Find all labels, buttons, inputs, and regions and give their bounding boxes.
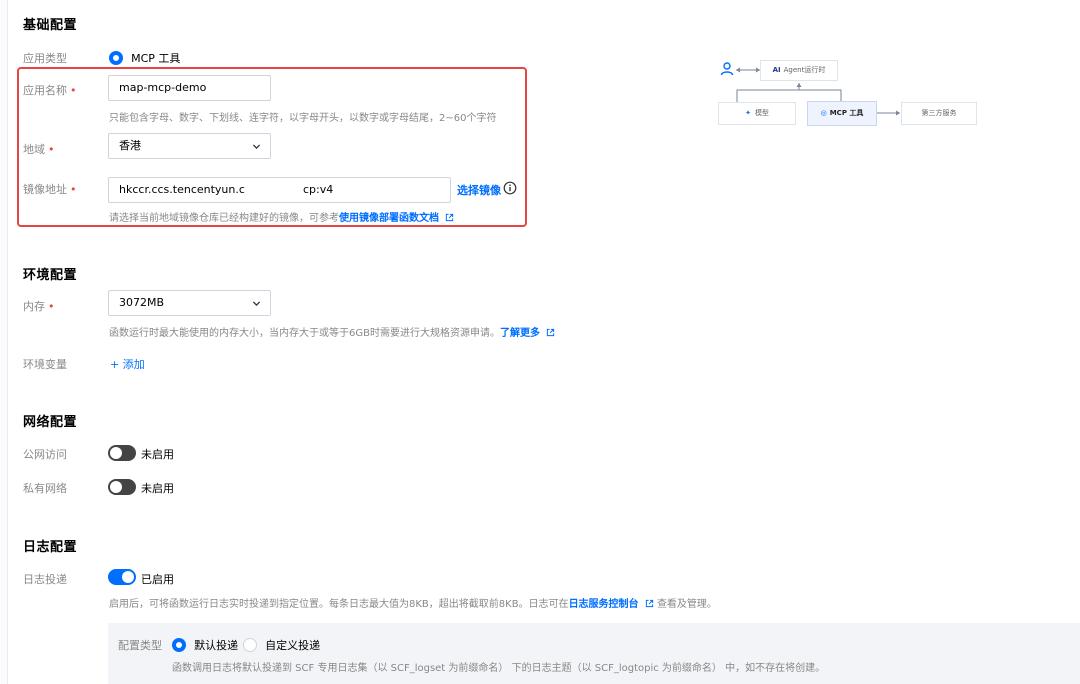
image-value-left: hkccr.ccs.tencentyun.c <box>119 183 245 196</box>
log-delivery-label: 日志投递 <box>23 573 67 586</box>
highlight-box <box>17 67 527 227</box>
config-type-hint: 函数调用日志将默认投递到 SCF 专用日志集（以 SCF_logset 为前缀命… <box>172 663 826 674</box>
select-image-link[interactable]: 选择镜像 <box>457 182 501 198</box>
app-name-label: 应用名称 • <box>23 84 77 97</box>
private-network-label: 私有网络 <box>23 482 67 495</box>
info-icon[interactable] <box>503 181 517 195</box>
toggle-knob <box>122 571 134 583</box>
diagram-model-box: ✦ 模型 <box>718 102 796 125</box>
memory-value: 3072MB <box>119 296 165 309</box>
radio-unselected-icon <box>243 638 257 652</box>
user-icon <box>720 62 734 76</box>
radio-custom-delivery[interactable]: 自定义投递 <box>243 634 320 653</box>
log-delivery-status: 已启用 <box>141 573 174 586</box>
public-access-toggle[interactable] <box>108 445 136 461</box>
agent-logo-icon: AI <box>772 66 781 74</box>
radio-selected-icon <box>172 638 186 652</box>
image-value-right: cp:v4 <box>303 183 334 196</box>
public-access-status: 未启用 <box>141 448 174 461</box>
region-select[interactable]: 香港 <box>108 133 271 159</box>
section-title-basic: 基础配置 <box>23 18 78 33</box>
region-value: 香港 <box>119 139 141 152</box>
log-config-panel <box>108 623 1080 684</box>
app-type-label: 应用类型 <box>23 52 67 65</box>
app-type-radio[interactable]: MCP 工具 <box>109 47 180 66</box>
log-hint: 启用后，可将函数运行日志实时投递到指定位置。每条日志最大值为8KB，超出将截取前… <box>109 599 717 610</box>
radio-custom-label: 自定义投递 <box>265 639 321 652</box>
memory-hint: 函数运行时最大能使用的内存大小，当内存大于或等于6GB时需要进行大规格资源申请。… <box>109 324 555 339</box>
public-access-label: 公网访问 <box>23 448 67 461</box>
add-env-var-button[interactable]: + 添加 <box>110 356 145 372</box>
radio-default-label: 默认投递 <box>194 639 239 652</box>
diagram-mcp-box: ◎ MCP 工具 <box>807 101 877 126</box>
app-name-input[interactable]: map-mcp-demo <box>108 75 271 101</box>
image-hint: 请选择当前地域镜像仓库已经构建好的镜像，可参考使用镜像部署函数文档 <box>109 209 454 224</box>
diagram-third-party-box: 第三方服务 <box>901 102 977 125</box>
private-network-status: 未启用 <box>141 482 174 495</box>
region-label: 地域 • <box>23 143 55 156</box>
external-link-icon <box>645 599 653 608</box>
section-title-network: 网络配置 <box>23 415 78 430</box>
private-network-toggle[interactable] <box>108 479 136 495</box>
architecture-diagram-lines <box>736 67 900 116</box>
left-page-edge <box>0 0 8 684</box>
diagram-agent-box: AI Agent运行时 <box>760 60 838 81</box>
memory-select[interactable]: 3072MB <box>108 290 271 316</box>
log-console-link[interactable]: 日志服务控制台 <box>569 599 639 610</box>
learn-more-link[interactable]: 了解更多 <box>500 328 540 339</box>
image-label: 镜像地址 • <box>23 183 77 196</box>
chevron-down-icon <box>252 144 261 150</box>
image-doc-link[interactable]: 使用镜像部署函数文档 <box>339 213 439 224</box>
image-input[interactable]: hkccr.ccs.tencentyun.c cp:v4 <box>108 177 451 203</box>
section-title-log: 日志配置 <box>23 540 78 555</box>
section-title-env: 环境配置 <box>23 268 78 283</box>
app-type-option: MCP 工具 <box>131 52 181 65</box>
memory-label: 内存 • <box>23 300 55 313</box>
chevron-down-icon <box>252 301 261 307</box>
external-link-icon <box>547 328 555 337</box>
toggle-knob <box>110 481 122 493</box>
radio-selected-icon <box>109 51 123 65</box>
sparkle-icon: ✦ <box>745 109 751 117</box>
env-vars-label: 环境变量 <box>23 358 67 371</box>
app-name-hint: 只能包含字母、数字、下划线、连字符，以字母开头，以数字或字母结尾，2~60个字符 <box>109 113 497 124</box>
external-link-icon <box>446 213 454 222</box>
toggle-knob <box>110 447 122 459</box>
radio-default-delivery[interactable]: 默认投递 <box>172 634 238 653</box>
log-delivery-toggle[interactable] <box>108 569 136 585</box>
config-type-label: 配置类型 <box>118 639 162 652</box>
mcp-icon: ◎ <box>820 109 827 117</box>
